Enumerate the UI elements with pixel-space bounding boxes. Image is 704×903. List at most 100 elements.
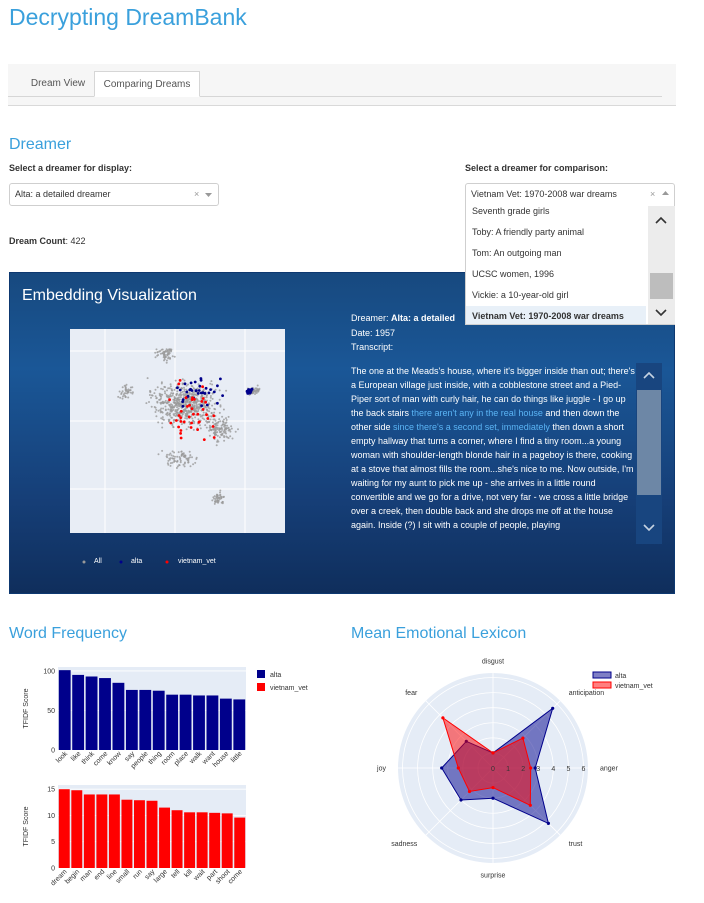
scatter-point-all xyxy=(187,461,190,464)
scatter-point-all xyxy=(169,385,172,388)
primary-dreamer-select[interactable]: Alta: a detailed dreamer xyxy=(9,183,219,206)
scatter-point-all xyxy=(168,404,171,407)
scatter-point-all xyxy=(164,392,167,395)
scatter-point-all xyxy=(219,404,222,407)
scatter-point-all xyxy=(174,455,176,458)
scatter-point-all xyxy=(129,389,132,392)
scatter-point-all xyxy=(211,383,214,386)
scatter-point-all xyxy=(174,404,177,407)
primary-dreamer-value: Alta: a detailed dreamer xyxy=(15,189,111,199)
scatter-point-all xyxy=(210,411,213,414)
dropdown-scroll-thumb[interactable] xyxy=(650,273,673,299)
x-tick-label: house xyxy=(212,750,231,769)
bar-vietnam_vet xyxy=(234,817,246,868)
y-tick-label: 100 xyxy=(43,668,55,675)
emotional-radar-chart[interactable]: 0 1 2 3 4 5 6 disgust anticipation anger trust surp… xyxy=(345,655,700,900)
scatter-point-all xyxy=(165,348,168,351)
legend-swatch xyxy=(592,671,612,679)
tab-dream-view[interactable]: Dream View xyxy=(22,71,94,97)
scatter-point-all xyxy=(156,401,159,404)
scatter-point-all xyxy=(195,407,198,410)
radar-axis-label: disgust xyxy=(482,659,504,666)
scatter-point-vietnam-vet xyxy=(205,413,208,417)
scatter-point-all xyxy=(224,430,227,433)
bar-vietnam_vet xyxy=(209,812,221,868)
chevron-up-icon[interactable] xyxy=(662,191,669,196)
scatter-point-all xyxy=(167,418,170,421)
comparison-dreamer-select[interactable]: Vietnam Vet: 1970-2008 war dreams xyxy=(465,183,675,206)
scatter-point-alta xyxy=(200,404,204,408)
scatter-point-all xyxy=(160,348,163,351)
scatter-point-alta xyxy=(193,380,197,384)
scatter-point-all xyxy=(176,411,179,414)
radar-axis-label: anger xyxy=(600,766,619,773)
dropdown-option-selected[interactable]: Vietnam Vet: 1970-2008 war dreams xyxy=(466,306,646,324)
scatter-point-all xyxy=(223,425,226,428)
scroll-down-icon[interactable] xyxy=(655,309,667,317)
scatter-point-all xyxy=(160,387,163,390)
clear-icon[interactable]: × xyxy=(194,189,199,199)
scatter-point-all xyxy=(170,408,173,411)
x-tick-label: come xyxy=(92,750,109,767)
scroll-down-icon[interactable] xyxy=(643,524,655,532)
scatter-point-all xyxy=(182,396,185,399)
dropdown-option[interactable]: Tom: An outgoing man xyxy=(466,243,646,264)
tab-comparing-dreams[interactable]: Comparing Dreams xyxy=(94,71,200,97)
clear-icon[interactable]: × xyxy=(650,189,655,199)
scatter-point-all xyxy=(155,348,158,351)
radar-point-vietnam_vet xyxy=(521,736,525,740)
comparison-dreamer-label: Select a dreamer for comparison: xyxy=(465,163,609,173)
scatter-point-all xyxy=(148,401,150,403)
scatter-point-all xyxy=(154,356,157,359)
scatter-point-all xyxy=(171,457,174,460)
scatter-point-all xyxy=(123,384,126,387)
scatter-point-all xyxy=(173,388,176,391)
scroll-up-icon[interactable] xyxy=(643,371,655,379)
dropdown-option[interactable]: UCSC women, 1996 xyxy=(466,264,646,285)
scatter-point-alta xyxy=(199,377,203,380)
scatter-point-all xyxy=(176,398,179,401)
radial-tick-label: 1 xyxy=(506,766,510,773)
scatter-point-all xyxy=(164,405,167,408)
scatter-point-all xyxy=(175,467,178,469)
scatter-point-all xyxy=(166,462,169,465)
bar-vietnam_vet xyxy=(171,810,183,868)
scatter-point-alta xyxy=(181,400,185,403)
dropdown-option[interactable]: Seventh grade girls xyxy=(466,205,646,222)
scatter-point-all xyxy=(161,393,164,396)
transcript-scroll-thumb[interactable] xyxy=(637,390,661,495)
scatter-point-all xyxy=(181,382,184,385)
scatter-point-all xyxy=(213,407,216,410)
word-frequency-chart[interactable]: 050100look likethinkcomeknow saypeoplethin… xyxy=(8,655,343,900)
scatter-point-all xyxy=(208,420,211,423)
date-line: Date: 1957 xyxy=(351,328,395,338)
dropdown-option[interactable]: Vickie: a 10-year-old girl xyxy=(466,285,646,306)
scatter-point-all xyxy=(176,455,179,458)
scatter-point-all xyxy=(183,462,186,465)
scatter-point-vietnam-vet xyxy=(182,420,186,424)
scroll-up-icon[interactable] xyxy=(655,216,667,224)
chevron-down-icon[interactable] xyxy=(205,193,212,198)
embedding-plot[interactable] xyxy=(70,329,285,533)
scatter-point-all xyxy=(227,437,230,439)
scatter-point-all xyxy=(158,394,161,397)
scatter-point-all xyxy=(217,501,220,504)
scatter-point-vietnam-vet xyxy=(169,421,173,425)
radar-point-alta xyxy=(551,706,555,710)
radar-point-vietnam_vet xyxy=(528,803,532,807)
scatter-point-all xyxy=(155,408,158,411)
scatter-point-all xyxy=(190,411,193,414)
y-tick-label: 10 xyxy=(47,813,55,820)
scatter-point-all xyxy=(165,361,168,364)
primary-dreamer-label: Select a dreamer for display: xyxy=(9,163,133,173)
app-title: Decrypting DreamBank xyxy=(9,4,247,30)
scatter-point-all xyxy=(186,417,188,420)
scatter-point-all xyxy=(168,350,171,353)
scatter-point-all xyxy=(164,409,167,412)
dropdown-option[interactable]: Toby: A friendly party animal xyxy=(466,222,646,243)
dreamer-meta-label: Dreamer: xyxy=(351,313,389,323)
scatter-point-all xyxy=(187,457,190,460)
scatter-point-all xyxy=(223,436,226,439)
scatter-point-vietnam-vet xyxy=(196,428,199,431)
scatter-point-all xyxy=(218,389,221,392)
